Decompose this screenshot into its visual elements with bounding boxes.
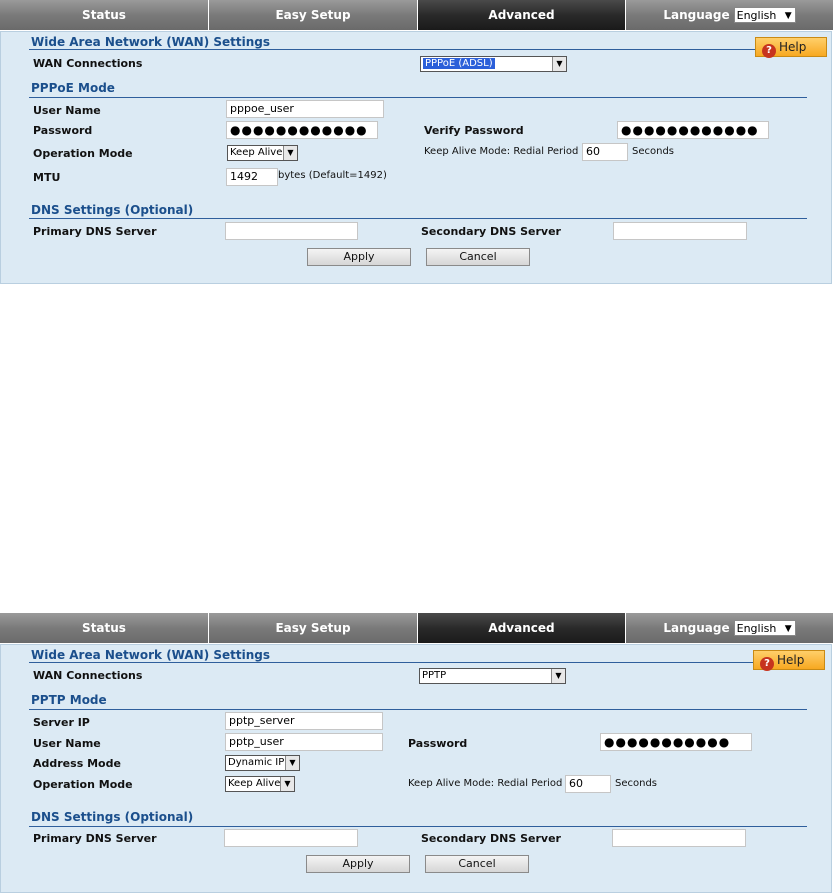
language-select[interactable]: English ▼ xyxy=(733,7,796,23)
secondary-dns-input[interactable] xyxy=(613,222,747,240)
cancel-button[interactable]: Cancel xyxy=(426,248,530,266)
divider xyxy=(29,662,807,663)
operation-mode-value: Keep Alive xyxy=(230,147,283,158)
help-label: Help xyxy=(779,40,807,54)
language-area: Language English ▼ xyxy=(626,613,833,643)
secondary-dns-label: Secondary DNS Server xyxy=(421,225,561,238)
address-mode-value: Dynamic IP xyxy=(228,757,285,768)
divider xyxy=(29,49,807,50)
password-label: Password xyxy=(33,124,93,137)
apply-button[interactable]: Apply xyxy=(307,248,411,266)
tab-easy-setup[interactable]: Easy Setup xyxy=(209,613,418,643)
password-input[interactable]: ●●●●●●●●●●● xyxy=(600,733,752,751)
help-button[interactable]: ? Help xyxy=(753,650,825,671)
operation-mode-select[interactable]: Keep Alive ▼ xyxy=(227,145,298,161)
mtu-hint: bytes (Default=1492) xyxy=(278,170,387,181)
redial-period-label: Keep Alive Mode: Redial Period xyxy=(408,778,563,789)
password-label: Password xyxy=(408,737,468,750)
wan-connections-value: PPPoE (ADSL) xyxy=(423,58,495,69)
primary-dns-input[interactable] xyxy=(225,222,358,240)
divider xyxy=(29,97,807,98)
wan-connections-select[interactable]: PPTP ▼ xyxy=(419,668,566,684)
chevron-down-icon: ▼ xyxy=(551,669,565,683)
mtu-input[interactable]: 1492 xyxy=(226,168,278,186)
wan-connections-select[interactable]: PPPoE (ADSL) ▼ xyxy=(420,56,567,72)
mtu-label: MTU xyxy=(33,171,61,184)
tab-easy-setup[interactable]: Easy Setup xyxy=(209,0,418,30)
mode-title: PPPoE Mode xyxy=(31,81,115,95)
redial-period-input[interactable]: 60 xyxy=(565,775,611,793)
tab-status[interactable]: Status xyxy=(0,0,209,30)
operation-mode-value: Keep Alive xyxy=(228,778,281,789)
mode-title: PPTP Mode xyxy=(31,693,107,707)
server-ip-input[interactable]: pptp_server xyxy=(225,712,383,730)
chevron-down-icon: ▼ xyxy=(552,57,566,71)
language-select-value: English xyxy=(736,622,777,635)
wan-connections-label: WAN Connections xyxy=(33,669,143,682)
seconds-label: Seconds xyxy=(615,778,658,789)
help-icon: ? xyxy=(760,657,774,671)
user-name-input[interactable]: pppoe_user xyxy=(226,100,384,118)
help-button[interactable]: ? Help xyxy=(755,37,827,58)
secondary-dns-label: Secondary DNS Server xyxy=(421,832,561,845)
divider xyxy=(29,826,807,827)
language-label: Language xyxy=(663,8,730,22)
wan-connections-value: PPTP xyxy=(422,670,447,681)
primary-dns-label: Primary DNS Server xyxy=(33,225,157,238)
verify-password-label: Verify Password xyxy=(424,124,524,137)
cancel-button[interactable]: Cancel xyxy=(425,855,529,873)
primary-dns-label: Primary DNS Server xyxy=(33,832,157,845)
verify-password-input[interactable]: ●●●●●●●●●●●● xyxy=(617,121,769,139)
address-mode-label: Address Mode xyxy=(33,757,121,770)
seconds-label: Seconds xyxy=(632,146,675,157)
dns-title: DNS Settings (Optional) xyxy=(31,203,194,217)
chevron-down-icon: ▼ xyxy=(784,624,792,634)
top-nav: Status Easy Setup Advanced Language Engl… xyxy=(0,0,833,30)
screenshot-pppoe: Status Easy Setup Advanced Language Engl… xyxy=(0,0,833,284)
settings-panel: Wide Area Network (WAN) Settings ? Help W… xyxy=(0,31,832,284)
address-mode-select[interactable]: Dynamic IP ▼ xyxy=(225,755,300,771)
server-ip-label: Server IP xyxy=(33,716,90,729)
top-nav: Status Easy Setup Advanced Language Engl… xyxy=(0,613,833,643)
page-title: Wide Area Network (WAN) Settings xyxy=(31,35,271,49)
page-title: Wide Area Network (WAN) Settings xyxy=(31,648,271,662)
divider xyxy=(29,709,807,710)
settings-panel: Wide Area Network (WAN) Settings ? Help W… xyxy=(0,644,832,893)
language-area: Language English ▼ xyxy=(626,0,833,30)
user-name-label: User Name xyxy=(33,737,101,750)
chevron-down-icon: ▼ xyxy=(280,777,294,791)
dns-title: DNS Settings (Optional) xyxy=(31,810,194,824)
operation-mode-label: Operation Mode xyxy=(33,778,133,791)
language-select[interactable]: English ▼ xyxy=(733,620,796,636)
operation-mode-select[interactable]: Keep Alive ▼ xyxy=(225,776,295,792)
screenshot-pptp: Status Easy Setup Advanced Language Engl… xyxy=(0,613,833,893)
divider xyxy=(29,218,807,219)
user-name-input[interactable]: pptp_user xyxy=(225,733,383,751)
secondary-dns-input[interactable] xyxy=(612,829,746,847)
operation-mode-label: Operation Mode xyxy=(33,147,133,160)
primary-dns-input[interactable] xyxy=(224,829,358,847)
help-label: Help xyxy=(777,653,805,667)
language-label: Language xyxy=(663,621,730,635)
user-name-label: User Name xyxy=(33,104,101,117)
chevron-down-icon: ▼ xyxy=(285,756,299,770)
wan-connections-label: WAN Connections xyxy=(33,57,143,70)
help-icon: ? xyxy=(762,44,776,58)
chevron-down-icon: ▼ xyxy=(784,11,792,21)
redial-period-input[interactable]: 60 xyxy=(582,143,628,161)
password-input[interactable]: ●●●●●●●●●●●● xyxy=(226,121,378,139)
tab-status[interactable]: Status xyxy=(0,613,209,643)
tab-advanced[interactable]: Advanced xyxy=(418,613,626,643)
chevron-down-icon: ▼ xyxy=(283,146,297,160)
apply-button[interactable]: Apply xyxy=(306,855,410,873)
redial-period-label: Keep Alive Mode: Redial Period xyxy=(424,146,579,157)
tab-advanced[interactable]: Advanced xyxy=(418,0,626,30)
language-select-value: English xyxy=(736,9,777,22)
